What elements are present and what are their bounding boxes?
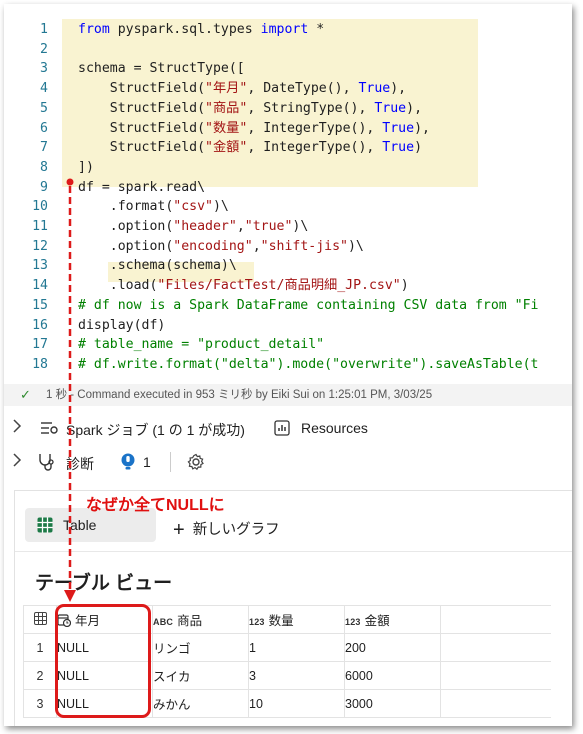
annotation-text: なぜか全てNULLに [86,497,225,514]
annotation-highlight-box [55,604,151,718]
notebook-cell: 1 from pyspark.sql.types import * 2 3 schema… [4,4,572,726]
